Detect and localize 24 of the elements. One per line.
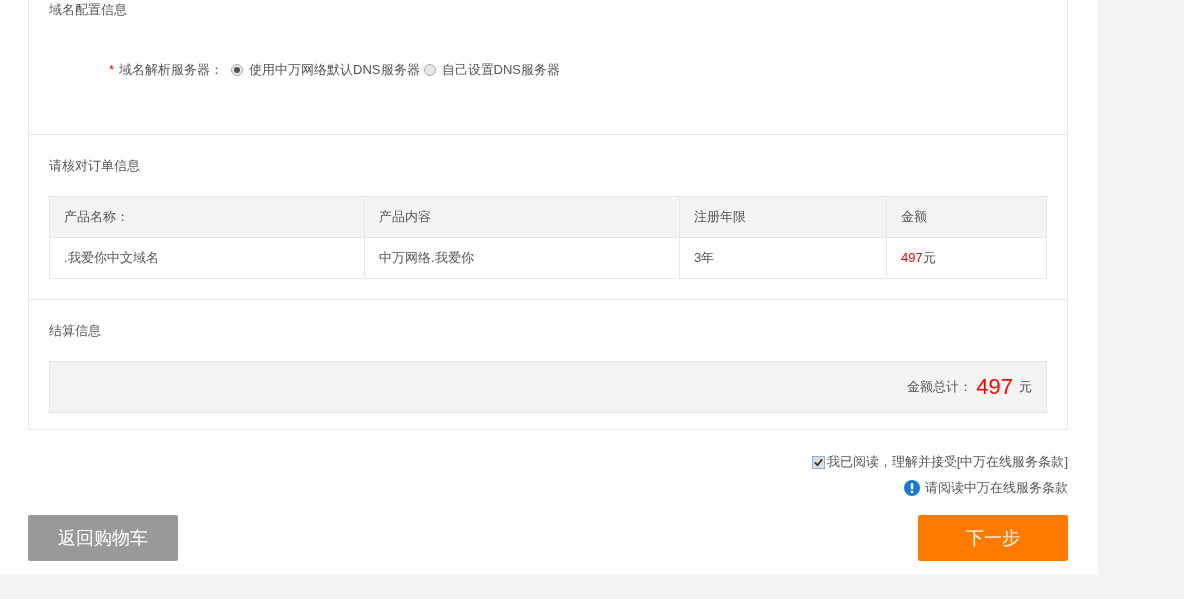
agreement-checkbox[interactable] (811, 455, 825, 469)
field-label: 域名解析服务器： (119, 61, 224, 79)
total-amount: 497 (976, 374, 1013, 400)
column-header: 产品名称： (49, 196, 365, 238)
radio-button[interactable] (423, 64, 436, 76)
radio-option[interactable]: 自己设置DNS服务器 (423, 60, 560, 80)
radio-button[interactable] (231, 64, 244, 76)
radio-option[interactable]: 使用中万网络默认DNS服务器 (231, 60, 420, 80)
table-cell: 中万网络.我爱你 (364, 237, 680, 279)
info-icon (904, 480, 920, 496)
required-mark: * (109, 61, 115, 79)
table-cell: .我爱你中文域名 (49, 237, 365, 279)
column-header: 产品内容 (364, 196, 680, 238)
table-cell: 497元 (886, 237, 1047, 279)
currency-unit: 元 (1019, 378, 1032, 396)
section-title: 请核对订单信息 (49, 158, 141, 174)
column-header: 注册年限 (679, 196, 887, 238)
notice-text: 请阅读中万在线服务条款 (925, 479, 1068, 497)
column-header: 金额 (886, 196, 1047, 238)
table-cell: 3年 (679, 237, 887, 279)
agreement-text: 我已阅读，理解并接受[中万在线服务条款] (826, 453, 1068, 471)
total-label: 金额总计： (907, 378, 973, 396)
section-title: 结算信息 (49, 323, 102, 339)
section-title: 域名配置信息 (49, 2, 128, 18)
